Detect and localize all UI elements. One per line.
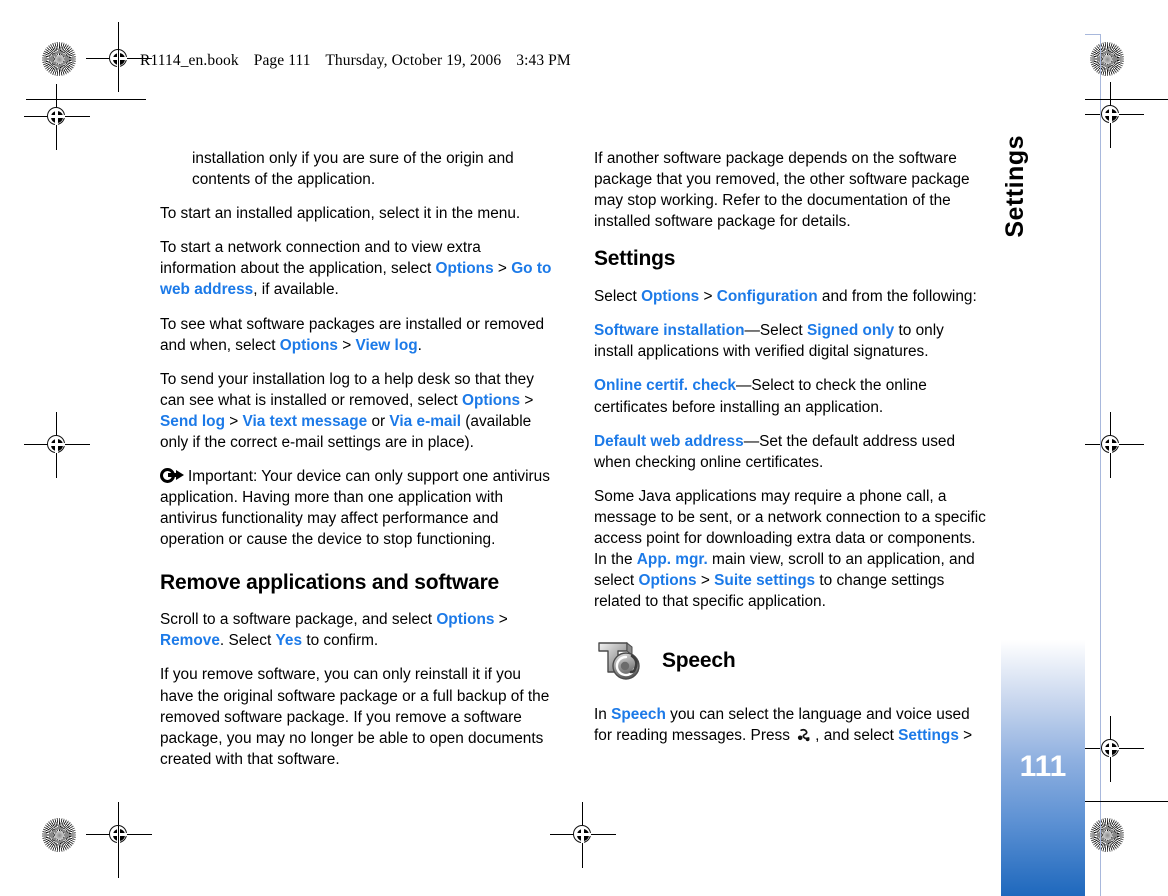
ui-term-via-email: Via e-mail [389,412,462,430]
registration-mark-left-upper [24,84,90,150]
ui-term-view-log: View log [355,336,418,354]
paragraph-remove-steps: Scroll to a software package, and select… [160,611,508,650]
important-note: Important: Your device can only support … [160,466,552,550]
ui-term-options: Options [641,288,700,306]
ui-term-options: Options [436,611,495,629]
ui-term-signed-only: Signed only [806,322,895,340]
paragraph-java-applications: Some Java applications may require a pho… [594,487,986,611]
file-time: 3:43 PM [516,52,571,69]
registration-mark-right-lower [1078,716,1144,782]
ui-term-options: Options [279,336,338,354]
paragraph-dependency-warning: If another software package depends on t… [594,150,970,231]
file-date: Thursday, October 19, 2006 [325,52,502,69]
ui-term-options: Options [461,391,521,409]
paragraph-speech-intro: In Speech you can select the language an… [594,706,973,745]
crop-rule-top-left-vert [118,22,119,70]
setting-item-online-certif-check: Online certif. check—Select to check the… [594,377,927,416]
paragraph-install-origin: installation only if you are sure of the… [192,150,514,189]
speech-app-icon [594,636,646,686]
star-target-top-left [42,42,76,76]
sidebar-chapter-label: Settings [1001,135,1029,238]
paragraph-reinstall-warning: If you remove software, you can only rei… [160,666,550,768]
ui-term-options: Options [638,572,697,590]
paragraph-view-log: To see what software packages are instal… [160,315,545,354]
ui-term-yes: Yes [275,632,303,650]
ui-term-suite-settings: Suite settings [714,572,816,590]
trim-guide-left-edge [118,34,119,56]
ui-term-send-log: Send log [160,412,225,430]
ui-term-online-certif-check: Online certif. check [594,377,736,395]
registration-mark-bottom-center [550,802,616,868]
paragraph-select-configuration: Select Options > Configuration and from … [594,288,977,306]
paragraph-send-log: To send your installation log to a help … [160,370,534,452]
ui-term-speech: Speech [611,706,666,724]
ui-term-software-installation: Software installation [594,322,745,340]
setting-item-software-installation: Software installation—Select Signed only… [594,322,944,361]
heading-settings: Settings [594,247,676,271]
crop-rule-bottom-left-vert [118,826,119,878]
setting-item-default-web-address: Default web address—Set the default addr… [594,432,956,471]
star-target-bottom-left [42,818,76,852]
right-text-column: If another software package depends on t… [594,148,986,760]
registration-mark-top-left-inner [86,26,152,92]
page-number: 111 [1019,750,1067,783]
registration-mark-right-middle [1078,412,1144,478]
heading-speech: Speech [662,648,736,672]
heading-remove-applications: Remove applications and software [160,570,500,594]
star-target-bottom-right [1090,818,1124,852]
left-text-column: installation only if you are sure of the… [160,148,552,783]
ui-term-options: Options [435,260,494,278]
menu-key-icon [797,728,812,743]
crop-rule-left-upper [26,99,146,100]
important-note-icon [160,468,184,484]
paragraph-network-connection: To start a network connection and to vie… [160,239,552,299]
registration-mark-right-upper [1078,82,1144,148]
ui-term-settings: Settings [898,727,959,745]
ui-term-app-mgr: App. mgr. [636,551,708,569]
paragraph-start-application: To start an installed application, selec… [160,205,521,223]
speech-section-header: Speech [594,636,986,686]
ui-term-via-text-message: Via text message [242,412,368,430]
star-target-top-right [1090,42,1124,76]
file-page-label: Page 111 [253,52,311,69]
chapter-sidebar-tab: Settings 111 [1001,0,1085,896]
ui-term-remove: Remove [160,632,220,650]
important-note-text: Important: Your device can only support … [160,468,550,549]
registration-mark-bottom-left-inner [86,802,152,868]
registration-mark-left-middle [24,412,90,478]
file-name: R1114_en.book [140,52,239,69]
file-info-header: R1114_en.book Page 111 Thursday, October… [140,52,571,70]
ui-term-default-web-address: Default web address [594,432,744,450]
trim-guide-right [1100,34,1101,896]
ui-term-configuration: Configuration [716,288,818,306]
